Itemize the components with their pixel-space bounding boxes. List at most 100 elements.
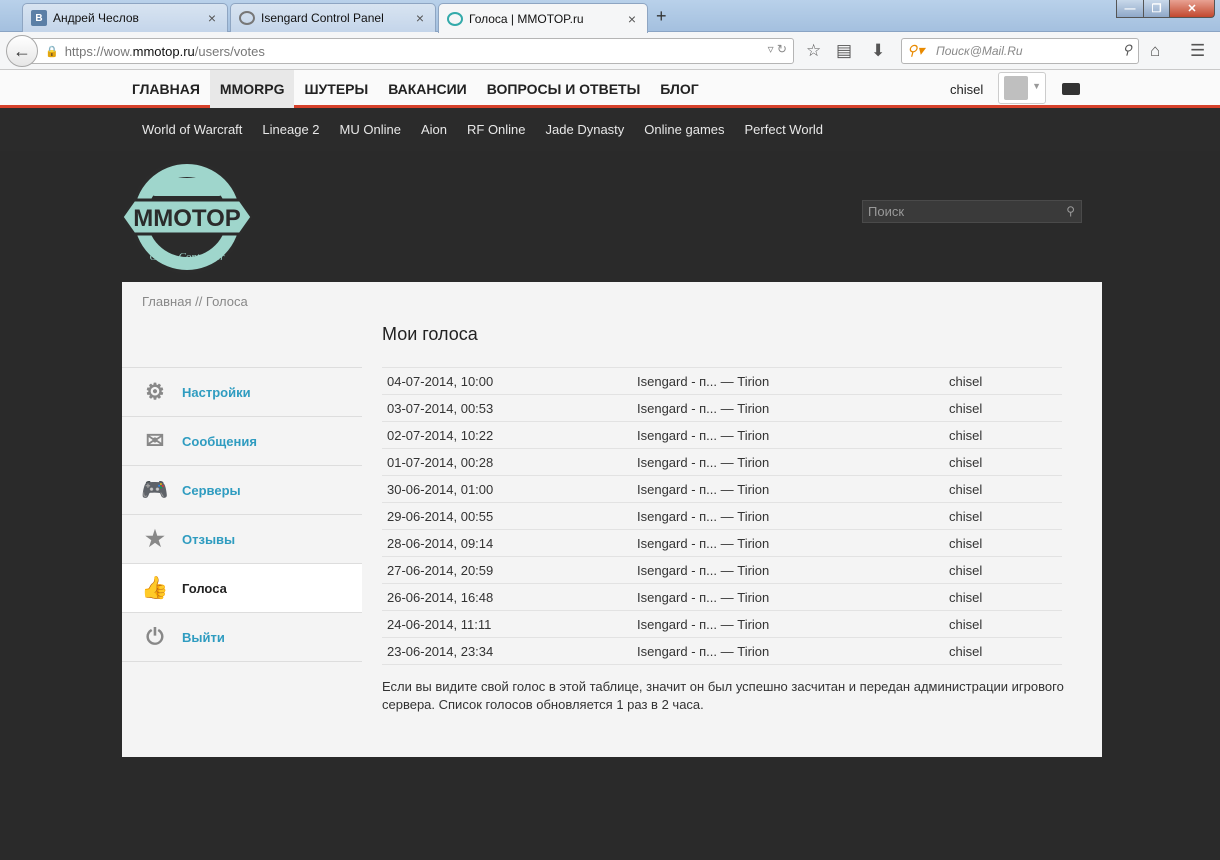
vote-user: chisel xyxy=(944,421,1062,449)
tab-label: Голоса | MMOTOP.ru xyxy=(469,11,584,26)
vote-date: 26-06-2014, 16:48 xyxy=(382,583,632,611)
top-menu: ГЛАВНАЯ MMORPG ШУТЕРЫ ВАКАНСИИ ВОПРОСЫ И… xyxy=(122,70,709,108)
vote-date: 03-07-2014, 00:53 xyxy=(382,394,632,422)
game-link[interactable]: Lineage 2 xyxy=(252,108,329,151)
close-tab-icon[interactable]: × xyxy=(413,10,427,26)
vote-user: chisel xyxy=(944,637,1062,665)
mmotop-logo[interactable]: MMOTOP Game Controller xyxy=(122,160,252,275)
vote-server: Isengard - п... — Tirion xyxy=(632,529,944,557)
menu-item-mmorpg[interactable]: MMORPG xyxy=(209,70,295,108)
menu-item-blog[interactable]: БЛОГ xyxy=(650,70,708,108)
sidebar-item-servers[interactable]: 🎮 Серверы xyxy=(122,466,362,515)
menu-item-vacancies[interactable]: ВАКАНСИИ xyxy=(378,70,477,108)
close-tab-icon[interactable]: × xyxy=(625,11,639,27)
user-sidebar: ⚙ Настройки ✉ Сообщения 🎮 Серверы ★ Отзы… xyxy=(122,367,362,662)
table-row: 01-07-2014, 00:28 Isengard - п... — Tirio… xyxy=(382,448,1062,476)
game-link[interactable]: RF Online xyxy=(457,108,536,151)
menu-icon[interactable]: ☰ xyxy=(1190,41,1205,61)
menu-item-qa[interactable]: ВОПРОСЫ И ОТВЕТЫ xyxy=(477,70,651,108)
envelope-icon: ✉ xyxy=(145,428,165,453)
vote-date: 01-07-2014, 00:28 xyxy=(382,448,632,476)
home-icon[interactable]: ⌂ xyxy=(1150,41,1160,61)
sidebar-item-messages[interactable]: ✉ Сообщения xyxy=(122,417,362,466)
minimize-icon[interactable]: — xyxy=(1116,0,1144,18)
vote-user: chisel xyxy=(944,610,1062,638)
download-icon[interactable]: ⬇ xyxy=(871,41,885,61)
close-tab-icon[interactable]: × xyxy=(205,10,219,26)
vote-server: Isengard - п... — Tirion xyxy=(632,367,944,395)
menu-item-shooters[interactable]: ШУТЕРЫ xyxy=(294,70,378,108)
vote-user: chisel xyxy=(944,502,1062,530)
table-row: 24-06-2014, 11:11 Isengard - п... — Tirio… xyxy=(382,610,1062,638)
maximize-icon[interactable]: ❐ xyxy=(1143,0,1170,18)
search-icon[interactable]: ⚲ xyxy=(1066,204,1075,218)
vote-date: 23-06-2014, 23:34 xyxy=(382,637,632,665)
address-bar[interactable]: 🔒 https://wow. mmotop.ru/users/votes ▿ ↻ xyxy=(30,38,794,64)
username[interactable]: chisel xyxy=(950,82,983,97)
envelope-icon[interactable] xyxy=(1062,83,1080,95)
vote-server: Isengard - п... — Tirion xyxy=(632,394,944,422)
reading-list-icon[interactable]: ▤ xyxy=(836,41,852,61)
vote-date: 29-06-2014, 00:55 xyxy=(382,502,632,530)
vote-date: 30-06-2014, 01:00 xyxy=(382,475,632,503)
browser-tab[interactable]: В Андрей Чеслов × xyxy=(22,3,228,32)
game-link[interactable]: Perfect World xyxy=(735,108,834,151)
vote-user: chisel xyxy=(944,394,1062,422)
star-icon: ★ xyxy=(145,526,165,551)
logo-subtext: Game Controller xyxy=(149,251,225,263)
browser-tab[interactable]: Isengard Control Panel × xyxy=(230,3,436,32)
reload-icon[interactable]: ▿ ↻ xyxy=(768,42,787,56)
vote-date: 04-07-2014, 10:00 xyxy=(382,367,632,395)
vote-date: 28-06-2014, 09:14 xyxy=(382,529,632,557)
sidebar-item-label: Выйти xyxy=(182,629,225,645)
sidebar-item-settings[interactable]: ⚙ Настройки xyxy=(122,368,362,417)
browser-search-input[interactable]: ⚲▾ Поиск@Mail.Ru ⚲ xyxy=(901,38,1139,64)
table-row: 29-06-2014, 00:55 Isengard - п... — Tirio… xyxy=(382,502,1062,530)
sidebar-item-label: Настройки xyxy=(182,384,251,400)
table-row: 27-06-2014, 20:59 Isengard - п... — Tirio… xyxy=(382,556,1062,584)
new-tab-icon[interactable]: + xyxy=(656,6,667,27)
game-link[interactable]: MU Online xyxy=(330,108,411,151)
mailru-search-icon: ⚲▾ xyxy=(907,42,925,58)
vote-server: Isengard - п... — Tirion xyxy=(632,502,944,530)
sidebar-item-votes[interactable]: 👍 Голоса xyxy=(122,564,362,613)
vote-user: chisel xyxy=(944,529,1062,557)
game-link[interactable]: Online games xyxy=(634,108,734,151)
sidebar-item-logout[interactable]: ⏻ Выйти xyxy=(122,613,362,662)
browser-titlebar: В Андрей Чеслов × Isengard Control Panel… xyxy=(0,0,1220,33)
vote-server: Isengard - п... — Tirion xyxy=(632,475,944,503)
table-row: 04-07-2014, 10:00 Isengard - п... — Tirio… xyxy=(382,367,1062,395)
back-arrow-icon[interactable]: ← xyxy=(6,35,38,67)
avatar[interactable]: ▼ xyxy=(998,72,1046,104)
table-row: 02-07-2014, 10:22 Isengard - п... — Tirio… xyxy=(382,421,1062,449)
gear-icon: ⚙ xyxy=(145,379,165,404)
user-avatar-icon xyxy=(1004,76,1028,100)
browser-tab-active[interactable]: Голоса | MMOTOP.ru × xyxy=(438,3,648,33)
close-window-icon[interactable]: ✕ xyxy=(1169,0,1215,18)
url-host: mmotop.ru xyxy=(132,43,195,59)
vote-server: Isengard - п... — Tirion xyxy=(632,448,944,476)
browser-navbar: ← 🔒 https://wow. mmotop.ru/users/votes ▿ … xyxy=(0,32,1220,70)
vote-server: Isengard - п... — Tirion xyxy=(632,583,944,611)
mmotop-favicon-icon xyxy=(447,11,463,26)
menu-item-home[interactable]: ГЛАВНАЯ xyxy=(122,70,210,108)
site-search-input[interactable]: Поиск ⚲ xyxy=(862,200,1082,223)
game-link[interactable]: Aion xyxy=(411,108,457,151)
vote-server: Isengard - п... — Tirion xyxy=(632,421,944,449)
games-bar: World of Warcraft Lineage 2 MU Online Ai… xyxy=(0,108,1220,151)
game-link[interactable]: Jade Dynasty xyxy=(536,108,635,151)
vote-user: chisel xyxy=(944,556,1062,584)
power-favicon-icon xyxy=(239,11,255,25)
vote-date: 24-06-2014, 11:11 xyxy=(382,610,632,638)
game-link[interactable]: World of Warcraft xyxy=(132,108,252,151)
vote-user: chisel xyxy=(944,448,1062,476)
search-icon[interactable]: ⚲ xyxy=(1122,42,1132,58)
bookmark-star-icon[interactable]: ☆ xyxy=(806,41,821,61)
vote-server: Isengard - п... — Tirion xyxy=(632,637,944,665)
sidebar-item-reviews[interactable]: ★ Отзывы xyxy=(122,515,362,564)
sidebar-item-label: Отзывы xyxy=(182,531,236,547)
site-search-placeholder: Поиск xyxy=(868,204,905,219)
breadcrumb[interactable]: Главная // Голоса xyxy=(142,294,248,309)
table-row: 03-07-2014, 00:53 Isengard - п... — Tirio… xyxy=(382,394,1062,422)
table-row: 28-06-2014, 09:14 Isengard - п... — Tirio… xyxy=(382,529,1062,557)
